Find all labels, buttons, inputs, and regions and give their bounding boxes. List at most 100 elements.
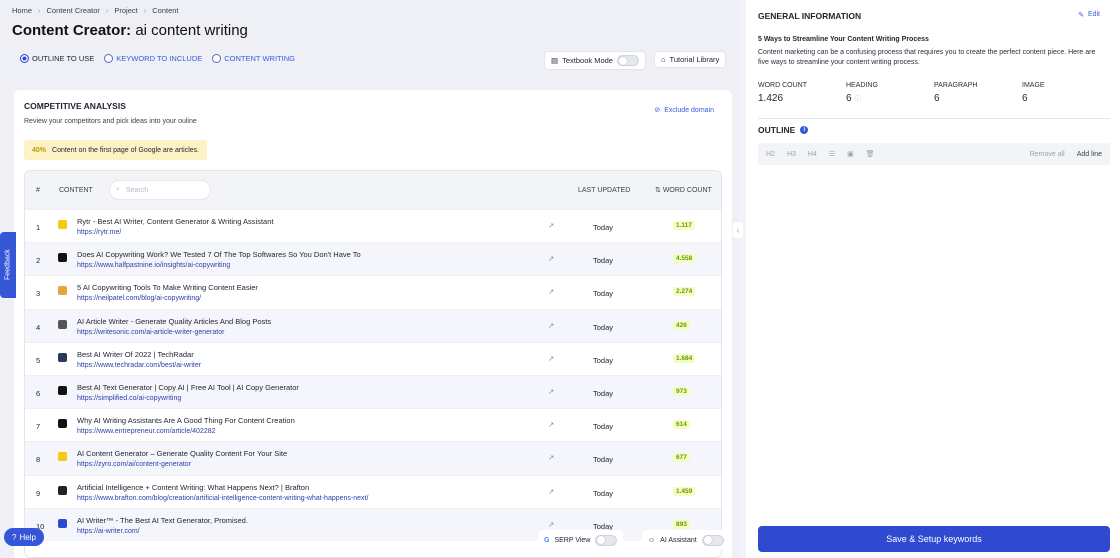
last-updated-value: Today xyxy=(593,322,614,332)
result-url[interactable]: https://www.brafton.com/blog/creation/ar… xyxy=(77,495,368,502)
result-url[interactable]: https://neilpatel.com/blog/ai-copywritin… xyxy=(77,295,201,302)
external-link-icon[interactable]: ↗ xyxy=(548,221,554,230)
serp-view-control[interactable]: G SERP View xyxy=(538,530,624,550)
external-link-icon[interactable]: ↗ xyxy=(548,453,554,462)
search-input[interactable]: ⌕ Search xyxy=(109,180,211,200)
table-row[interactable]: 7 Why AI Writing Assistants Are A Good Th… xyxy=(25,408,721,441)
ai-assistant-label: AI Assistant xyxy=(660,536,697,544)
stat-value-wrap: 6 ⓘ xyxy=(846,93,934,104)
breadcrumb-home[interactable]: Home xyxy=(12,6,32,15)
stat-image: IMAGE 6 xyxy=(1022,82,1110,104)
tutorial-library-button[interactable]: ⌂ Tutorial Library xyxy=(654,51,727,68)
table-row[interactable]: 6 Best AI Text Generator | Copy AI | Free… xyxy=(25,374,721,409)
page-title-main: Content Creator: xyxy=(12,22,132,39)
external-link-icon[interactable]: ↗ xyxy=(548,287,554,296)
heading-h4-button[interactable]: H4 xyxy=(808,151,817,158)
result-url[interactable]: https://www.entrepreneur.com/article/402… xyxy=(77,428,216,435)
external-link-icon[interactable]: ↗ xyxy=(548,354,554,363)
result-url[interactable]: https://writesonic.com/ai-article-writer… xyxy=(77,329,224,336)
chevron-left-icon: ‹ xyxy=(736,225,740,235)
library-icon: ⌂ xyxy=(661,55,666,64)
result-title[interactable]: AI Content Generator – Generate Quality … xyxy=(77,449,287,458)
section-description: Review your competitors and pick ideas i… xyxy=(24,118,197,125)
favicon-icon xyxy=(58,518,67,528)
list-icon[interactable]: ☰ xyxy=(829,150,835,158)
edit-button[interactable]: ✎ Edit xyxy=(1078,11,1100,19)
table-row[interactable]: 9 Artificial Intelligence + Content Writi… xyxy=(25,474,721,508)
external-link-icon[interactable]: ↗ xyxy=(548,254,554,263)
word-count-header-label: WORD COUNT xyxy=(662,187,712,194)
external-link-icon[interactable]: ↗ xyxy=(548,487,554,496)
column-header-last-updated[interactable]: LAST UPDATED xyxy=(578,187,630,194)
result-title[interactable]: Rytr - Best AI Writer, Content Generator… xyxy=(77,217,273,226)
heading-h2-button[interactable]: H2 xyxy=(766,151,775,158)
table-row[interactable]: 8 AI Content Generator – Generate Quality… xyxy=(25,441,721,475)
favicon-icon xyxy=(58,352,67,362)
book-icon: ▤ xyxy=(551,56,559,65)
step-keyword-to-include[interactable]: KEYWORD TO INCLUDE xyxy=(104,54,202,63)
word-count-badge: 426 xyxy=(673,320,690,330)
result-url[interactable]: https://rytr.me/ xyxy=(77,229,121,236)
result-title[interactable]: Does AI Copywriting Work? We Tested 7 Of… xyxy=(77,250,361,259)
row-number: 6 xyxy=(36,388,41,398)
last-updated-value: Today xyxy=(593,422,614,432)
google-icon: G xyxy=(544,536,550,544)
breadcrumb-content: Content xyxy=(152,6,179,15)
table-row[interactable]: 2 Does AI Copywriting Work? We Tested 7 O… xyxy=(25,242,721,276)
ai-assistant-control[interactable]: ☺ AI Assistant xyxy=(642,530,730,550)
last-updated-value: Today xyxy=(593,488,614,498)
step-content-writing[interactable]: CONTENT WRITING xyxy=(212,54,295,63)
info-icon[interactable]: i xyxy=(800,126,809,134)
result-title[interactable]: AI Article Writer - Generate Quality Art… xyxy=(77,317,271,326)
row-number: 5 xyxy=(36,355,41,365)
textbook-mode-control[interactable]: ▤ Textbook Mode xyxy=(544,51,646,70)
result-url[interactable]: https://www.halfpastnine.io/insights/ai-… xyxy=(77,262,230,269)
result-title[interactable]: Artificial Intelligence + Content Writin… xyxy=(77,483,309,492)
result-title[interactable]: 5 AI Copywriting Tools To Make Writing C… xyxy=(77,283,258,292)
serp-view-toggle[interactable] xyxy=(595,534,618,546)
result-url[interactable]: https://simplified.co/ai-copywriting xyxy=(77,395,181,402)
heading-h3-button[interactable]: H3 xyxy=(787,151,796,158)
external-link-icon[interactable]: ↗ xyxy=(548,520,554,529)
result-url[interactable]: https://www.techradar.com/best/ai-writer xyxy=(77,362,201,369)
radio-checked-icon xyxy=(20,54,29,63)
edit-label: Edit xyxy=(1087,11,1100,18)
table-row[interactable]: 5 Best AI Writer Of 2022 | TechRadar https… xyxy=(25,341,721,375)
table-row[interactable]: 3 5 AI Copywriting Tools To Make Writing … xyxy=(25,275,721,308)
breadcrumb-content-creator[interactable]: Content Creator xyxy=(47,6,100,15)
breadcrumb-project[interactable]: Project xyxy=(114,6,137,15)
step-outline-to-use[interactable]: OUTLINE TO USE xyxy=(20,54,94,63)
tutorial-library-label: Tutorial Library xyxy=(669,55,720,64)
word-count-badge: 1.684 xyxy=(673,353,696,363)
chevron-right-icon: › xyxy=(38,6,41,15)
word-count-badge: 2.274 xyxy=(673,287,696,297)
word-count-badge: 614 xyxy=(673,420,690,430)
table-row[interactable]: 4 AI Article Writer - Generate Quality Ar… xyxy=(25,308,721,342)
trash-icon[interactable]: 🗑 xyxy=(866,150,875,158)
result-url[interactable]: https://zyro.com/ai/content-generator xyxy=(77,461,191,468)
external-link-icon[interactable]: ↗ xyxy=(548,420,554,429)
remove-all-button[interactable]: Remove all xyxy=(1030,151,1065,158)
result-title[interactable]: Best AI Writer Of 2022 | TechRadar xyxy=(77,350,194,359)
column-header-word-count[interactable]: ⇅ WORD COUNT xyxy=(655,186,712,194)
info-icon: ⓘ xyxy=(854,96,862,103)
ai-assistant-toggle[interactable] xyxy=(701,534,724,546)
stat-label: IMAGE xyxy=(1022,82,1045,89)
table-row[interactable]: 1 Rytr - Best AI Writer, Content Generato… xyxy=(25,209,721,242)
result-title[interactable]: AI Writer™ - The Best AI Text Generator,… xyxy=(77,516,248,525)
help-label: Help xyxy=(19,532,36,542)
word-count-badge: 677 xyxy=(673,453,690,463)
save-setup-keywords-button[interactable]: Save & Setup keywords xyxy=(758,526,1110,552)
result-title[interactable]: Best AI Text Generator | Copy AI | Free … xyxy=(77,383,299,392)
external-link-icon[interactable]: ↗ xyxy=(548,321,554,330)
feedback-tab[interactable]: Feedback xyxy=(0,232,16,298)
add-line-button[interactable]: Add line xyxy=(1077,151,1102,158)
help-button[interactable]: ? Help xyxy=(4,528,44,546)
textbook-mode-toggle[interactable] xyxy=(616,55,639,66)
collapse-panel-handle[interactable]: ‹ xyxy=(733,222,743,238)
image-icon[interactable]: ▣ xyxy=(847,150,854,158)
result-title[interactable]: Why AI Writing Assistants Are A Good Thi… xyxy=(77,416,295,425)
external-link-icon[interactable]: ↗ xyxy=(548,387,554,396)
result-url[interactable]: https://ai-writer.com/ xyxy=(77,528,140,535)
exclude-domain-button[interactable]: ⊘ Exclude domain xyxy=(654,106,714,115)
